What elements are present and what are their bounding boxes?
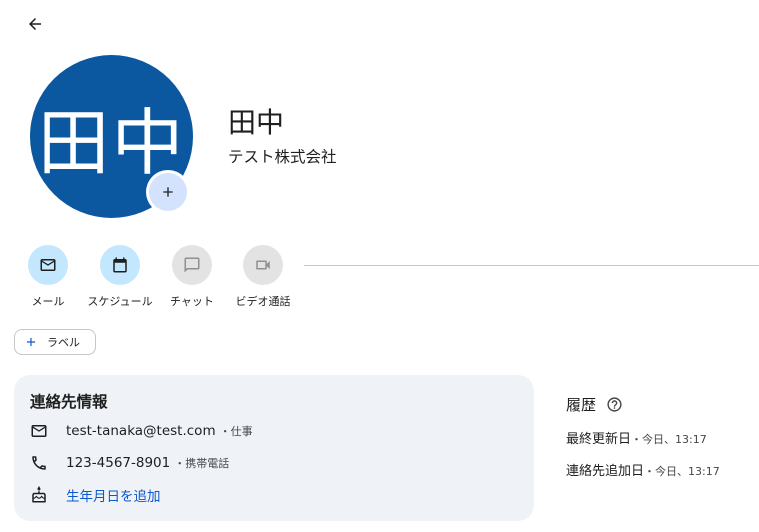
action-label: メール bbox=[31, 295, 65, 308]
plus-icon bbox=[26, 337, 36, 347]
divider bbox=[304, 265, 759, 266]
help-icon[interactable] bbox=[606, 396, 623, 413]
last-updated-label: 最終更新日 bbox=[566, 432, 632, 447]
add-label-text: ラベル bbox=[47, 336, 80, 349]
action-mail[interactable]: メール bbox=[11, 245, 85, 309]
last-updated-value: ・今日、13:17 bbox=[631, 433, 707, 446]
email-value: test-tanaka@test.com bbox=[66, 423, 216, 439]
add-birthday-link[interactable]: 生年月日を追加 bbox=[66, 485, 161, 505]
add-photo-button[interactable] bbox=[146, 170, 190, 214]
action-label: チャット bbox=[170, 295, 214, 308]
last-updated-row: 最終更新日・今日、13:17 bbox=[566, 428, 707, 447]
added-row: 連絡先追加日・今日、13:17 bbox=[566, 460, 720, 479]
action-label: ビデオ通話 bbox=[235, 295, 291, 308]
plus-icon bbox=[163, 187, 173, 197]
contact-company: テスト株式会社 bbox=[228, 148, 337, 166]
action-label: スケジュール bbox=[87, 295, 153, 308]
email-type: ・仕事 bbox=[219, 425, 253, 438]
history-section: 履歴 bbox=[566, 394, 623, 415]
arrow-back-icon bbox=[29, 18, 41, 30]
action-chat[interactable]: チャット bbox=[155, 245, 229, 309]
phone-icon bbox=[32, 456, 46, 470]
phone-type: ・携帯電話 bbox=[174, 457, 230, 470]
action-video-call[interactable]: ビデオ通話 bbox=[226, 245, 300, 309]
phone-value: 123-4567-8901 bbox=[66, 455, 171, 471]
email-row[interactable]: test-tanaka@test.com ・仕事 bbox=[30, 422, 253, 440]
contact-name: 田中 bbox=[228, 106, 285, 139]
mail-icon bbox=[31, 425, 47, 437]
action-schedule[interactable]: スケジュール bbox=[83, 245, 157, 309]
history-title: 履歴 bbox=[566, 396, 597, 414]
calendar-icon bbox=[113, 257, 127, 273]
added-label: 連絡先追加日 bbox=[566, 464, 645, 479]
added-value: ・今日、13:17 bbox=[644, 465, 720, 478]
contact-info-title: 連絡先情報 bbox=[30, 393, 108, 411]
phone-row[interactable]: 123-4567-8901 ・携帯電話 bbox=[30, 454, 229, 472]
videocam-icon bbox=[256, 260, 270, 270]
add-label-button[interactable]: ラベル bbox=[14, 329, 96, 355]
cake-icon bbox=[32, 486, 46, 503]
mail-icon bbox=[40, 259, 56, 271]
back-button[interactable] bbox=[22, 11, 48, 37]
birthday-row[interactable]: 生年月日を追加 bbox=[30, 485, 161, 505]
chat-icon bbox=[184, 257, 200, 273]
